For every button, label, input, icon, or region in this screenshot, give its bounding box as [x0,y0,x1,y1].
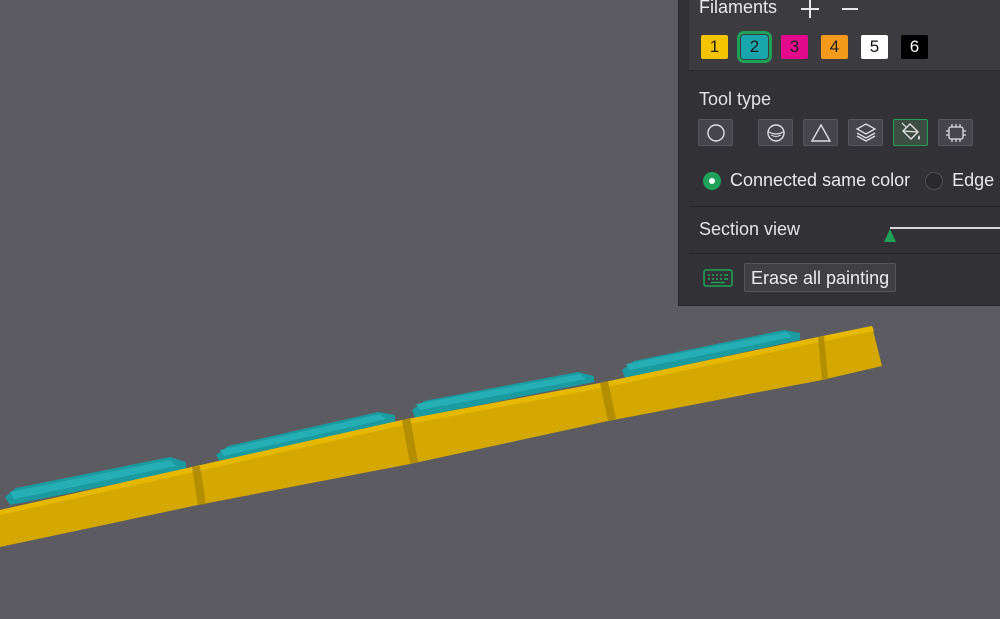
tool-gap-fill[interactable] [938,119,973,146]
tool-sphere[interactable] [758,119,793,146]
fill-bucket-icon [901,122,920,140]
filaments-section: Filaments 123456 [689,0,1000,71]
tool-fill-bucket[interactable] [893,119,928,146]
section-view-slider-thumb[interactable] [884,229,896,242]
filament-swatch-3[interactable]: 3 [781,35,808,59]
filament-swatch-4[interactable]: 4 [821,35,848,59]
divider [689,253,1000,254]
triangle-icon [810,123,831,142]
connected-same-color-radio[interactable] [703,171,721,190]
filaments-title: Filaments [699,0,778,17]
section-view-label: Section view [699,219,801,239]
divider [689,206,1000,207]
fill-options: Connected same color Edge [703,170,994,191]
tool-type-title: Tool type [699,89,772,109]
plus-icon[interactable] [799,0,821,20]
tool-type-row [698,119,983,146]
keyboard-icon[interactable] [703,268,733,293]
model-base [0,326,882,547]
edge-detection-label: Edge [952,170,995,190]
erase-all-painting-button[interactable]: Erase all painting [744,263,897,292]
filament-swatch-1[interactable]: 1 [701,35,728,59]
height-range-icon [855,122,876,142]
gap-fill-icon [945,123,966,142]
sphere-icon [766,123,785,142]
filament-swatches: 123456 [701,31,928,63]
section-view-slider[interactable] [890,227,1000,229]
tool-height-range[interactable] [848,119,883,146]
circle-icon [706,123,725,142]
tool-triangle[interactable] [803,119,838,146]
filament-swatch-5[interactable]: 5 [861,35,888,59]
edge-detection-radio[interactable] [925,171,944,190]
painted-region [5,330,800,505]
filament-swatch-2[interactable]: 2 [737,31,772,63]
painting-panel: Filaments 123456 Tool type Connected sam… [678,0,1000,306]
connected-same-color-label: Connected same color [730,170,911,190]
filament-swatch-6[interactable]: 6 [901,35,928,59]
minus-icon[interactable] [839,0,861,20]
tool-circle[interactable] [698,119,733,146]
